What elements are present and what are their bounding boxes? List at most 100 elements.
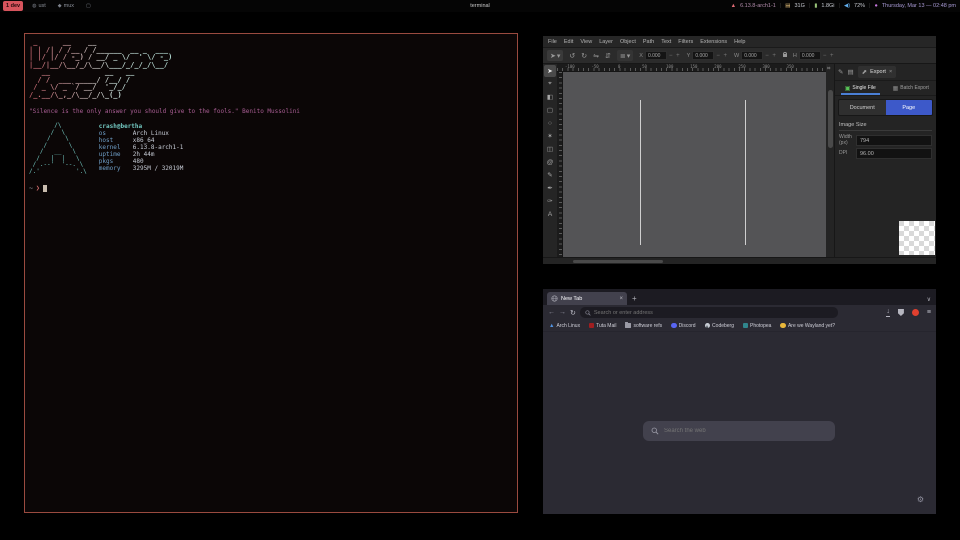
url-bar[interactable] xyxy=(580,307,838,318)
list-all-tabs-icon[interactable]: ∨ xyxy=(927,296,931,303)
h-label: H xyxy=(793,53,797,59)
web-search-input[interactable] xyxy=(664,428,827,434)
rotate-cw-icon[interactable]: ↻ xyxy=(581,52,587,60)
pen-tool-icon[interactable]: ✒ xyxy=(544,182,556,194)
dpi-label: DPI xyxy=(839,151,853,157)
x-spinbox[interactable]: 0.000 xyxy=(645,51,667,60)
tab-single-file[interactable]: ▣ Single File xyxy=(835,81,886,95)
bookmark-folder-software-refs[interactable]: software refs xyxy=(625,323,662,329)
rectangle-tool-icon[interactable]: ▢ xyxy=(544,104,556,116)
calligraphy-tool-icon[interactable]: ✑ xyxy=(544,195,556,207)
menu-edit[interactable]: Edit xyxy=(564,39,573,45)
star-tool-icon[interactable]: ✶ xyxy=(544,130,556,142)
selection-mode-dropdown[interactable]: ➤▾ xyxy=(547,50,563,61)
export-dock-tab[interactable]: ⬈ Export × xyxy=(858,66,897,78)
menu-view[interactable]: View xyxy=(580,39,592,45)
back-button[interactable]: ← xyxy=(548,309,555,316)
menu-help[interactable]: Help xyxy=(734,39,745,45)
text-cursor xyxy=(43,185,47,192)
width-input[interactable] xyxy=(856,135,932,146)
export-icon: ⬈ xyxy=(862,68,867,76)
fetch-key: uptime xyxy=(99,151,133,158)
selector-tool-options-bar: ➤▾ ↺ ↻ ⇋ ⇵ ≣▾ X 0.000 − + Y 0.000 − + W … xyxy=(543,47,936,64)
export-tab-label: Export xyxy=(870,69,886,75)
ellipse-tool-icon[interactable]: ○ xyxy=(544,117,556,129)
box3d-tool-icon[interactable]: ◫ xyxy=(544,143,556,155)
inkscape-main-area: ➤ ⌖ ◧ ▢ ○ ✶ ◫ @ ✎ ✒ ✑ A -100 -50 0 50 10… xyxy=(543,64,936,257)
image-size-section-label: Image Size xyxy=(839,122,932,131)
menu-filters[interactable]: Filters xyxy=(678,39,693,45)
rotate-ccw-icon[interactable]: ↺ xyxy=(569,52,575,60)
y-spinbox[interactable]: 0.000 xyxy=(692,51,714,60)
fetch-user-host: crash@bertha xyxy=(99,123,184,130)
flip-vertical-icon[interactable]: ⇵ xyxy=(605,52,611,60)
bookmark-codeberg[interactable]: Codeberg xyxy=(705,323,734,329)
spin-buttons[interactable]: − + xyxy=(669,53,681,59)
vertical-scrollbar[interactable]: ⌗ xyxy=(826,64,834,257)
menu-layer[interactable]: Layer xyxy=(599,39,613,45)
document-button[interactable]: Document xyxy=(839,100,886,115)
reload-button[interactable]: ↻ xyxy=(570,309,576,317)
scrollbar-thumb[interactable] xyxy=(573,260,663,263)
photopea-icon xyxy=(743,323,748,328)
horizontal-scrollbar[interactable] xyxy=(543,257,936,264)
scrollbar-thumb[interactable] xyxy=(828,90,833,148)
bookmarks-bar: ▲Arch Linux Tuta Mail software refs Disc… xyxy=(543,320,936,332)
web-search-box[interactable] xyxy=(643,421,835,441)
menu-path[interactable]: Path xyxy=(643,39,654,45)
lock-ratio-icon[interactable] xyxy=(783,54,787,57)
url-input[interactable] xyxy=(594,310,833,316)
bookmark-arch-linux[interactable]: ▲Arch Linux xyxy=(549,323,580,329)
new-tab-button[interactable]: + xyxy=(632,292,637,305)
spin-buttons[interactable]: − + xyxy=(823,53,835,59)
align-icon: ≣ xyxy=(620,52,626,60)
fetch-key: pkgs xyxy=(99,158,133,165)
menu-icon[interactable]: ≡ xyxy=(927,309,931,316)
node-editor-tool-icon[interactable]: ⌖ xyxy=(544,78,556,90)
fetch-row: pkgs480 xyxy=(99,158,184,165)
extension-icon[interactable] xyxy=(912,309,919,316)
drawing-canvas[interactable] xyxy=(563,72,826,257)
close-icon[interactable]: × xyxy=(889,69,892,75)
terminal-window[interactable]: _ __ __ | | /| / /__ / /______ __ _ ___ … xyxy=(24,33,518,513)
pencil-icon[interactable]: ✎ xyxy=(838,68,843,76)
navigation-bar: ← → ↻ ↓ ≡ xyxy=(543,305,936,320)
tab-batch-export[interactable]: ▦ Batch Export xyxy=(886,81,937,95)
spin-buttons[interactable]: − + xyxy=(716,53,728,59)
forward-button[interactable]: → xyxy=(559,309,566,316)
text-tool-icon[interactable]: A xyxy=(544,208,556,220)
shield-icon[interactable] xyxy=(898,309,904,316)
page-button[interactable]: Page xyxy=(886,100,933,115)
shape-builder-tool-icon[interactable]: ◧ xyxy=(544,91,556,103)
bookmark-are-we-wayland-yet[interactable]: Are we Wayland yet? xyxy=(780,323,835,329)
canvas-area: -100 -50 0 50 100 150 200 250 300 350 xyxy=(557,64,826,257)
menu-text[interactable]: Text xyxy=(661,39,671,45)
layers-icon[interactable]: ▤ xyxy=(847,68,853,76)
bookmark-discord[interactable]: Discord xyxy=(671,323,695,329)
shell-prompt[interactable]: ~ ❯ xyxy=(29,184,513,192)
pencil-tool-icon[interactable]: ✎ xyxy=(544,169,556,181)
w-spinbox[interactable]: 0.000 xyxy=(741,51,763,60)
bookmark-photopea[interactable]: Photopea xyxy=(743,323,771,329)
export-area-segment: Document Page xyxy=(838,99,933,116)
selector-tool-icon[interactable]: ➤ xyxy=(544,65,556,77)
focused-window-title: terminal xyxy=(0,3,960,9)
download-icon[interactable]: ↓ xyxy=(886,309,890,317)
flip-horizontal-icon[interactable]: ⇋ xyxy=(593,52,599,60)
bookmark-tuta-mail[interactable]: Tuta Mail xyxy=(589,323,616,329)
h-spinbox[interactable]: 0.000 xyxy=(799,51,821,60)
horizontal-ruler[interactable]: -100 -50 0 50 100 150 200 250 300 350 xyxy=(557,64,826,72)
snap-icon[interactable]: ⌗ xyxy=(827,66,830,73)
close-tab-icon[interactable]: × xyxy=(619,296,623,302)
menu-object[interactable]: Object xyxy=(620,39,636,45)
x-field: X 0.000 − + xyxy=(639,51,680,60)
menu-file[interactable]: File xyxy=(548,39,557,45)
align-dropdown[interactable]: ≣▾ xyxy=(617,50,633,61)
spin-buttons[interactable]: − + xyxy=(765,53,777,59)
tab-new-tab[interactable]: New Tab × xyxy=(547,292,627,305)
menu-extensions[interactable]: Extensions xyxy=(700,39,727,45)
dpi-input[interactable] xyxy=(856,148,932,159)
spiral-tool-icon[interactable]: @ xyxy=(544,156,556,168)
personalize-gear-icon[interactable]: ⚙ xyxy=(917,495,924,504)
terminal-quote: "Silence is the only answer you should g… xyxy=(29,108,513,115)
